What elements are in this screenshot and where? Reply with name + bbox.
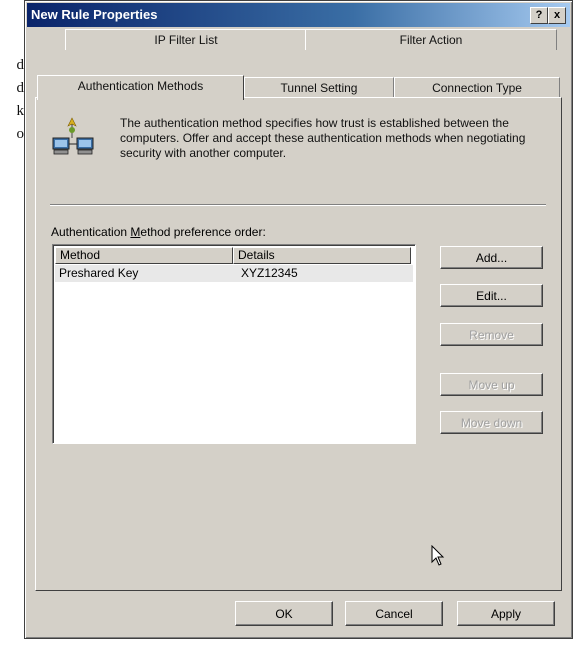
edit-button[interactable]: Edit... — [440, 284, 543, 307]
tab-authentication-methods[interactable]: Authentication Methods — [37, 75, 244, 100]
description-text: The authentication method specifies how … — [120, 116, 526, 160]
tab-ip-filter-list[interactable]: IP Filter List — [65, 29, 307, 50]
background-text-line: d — [16, 57, 25, 73]
tab-tunnel-setting[interactable]: Tunnel Setting — [244, 77, 394, 98]
cancel-button[interactable]: Cancel — [345, 601, 443, 626]
move-down-button[interactable]: Move down — [440, 411, 543, 434]
add-button[interactable]: Add... — [440, 246, 543, 269]
authentication-method-list[interactable]: Method Details Preshared Key XYZ12345 — [52, 244, 416, 444]
background-text-line: o — [16, 126, 25, 142]
authentication-methods-panel: The authentication method specifies how … — [35, 97, 562, 591]
tab-filter-action[interactable]: Filter Action — [305, 29, 557, 50]
background-text-line: d — [16, 80, 25, 96]
close-button[interactable]: x — [548, 7, 566, 24]
list-header: Method Details — [55, 247, 413, 264]
background-document-text: d d k o — [0, 54, 25, 146]
remove-button[interactable]: Remove — [440, 323, 543, 346]
tab-connection-type[interactable]: Connection Type — [394, 77, 560, 98]
list-item[interactable]: Preshared Key XYZ12345 — [55, 265, 413, 282]
window-title: New Rule Properties — [31, 7, 158, 22]
separator — [50, 204, 546, 206]
mouse-pointer-icon — [431, 545, 445, 566]
column-header-details[interactable]: Details — [233, 247, 411, 264]
move-up-button[interactable]: Move up — [440, 373, 543, 396]
title-bar[interactable]: New Rule Properties ? x — [27, 3, 570, 27]
list-label: Authentication Method preference order: — [51, 225, 266, 239]
column-header-method[interactable]: Method — [55, 247, 233, 264]
method-cell: Preshared Key — [59, 266, 139, 280]
apply-button[interactable]: Apply — [457, 601, 555, 626]
help-button[interactable]: ? — [530, 7, 548, 24]
network-computers-icon — [52, 117, 94, 155]
ok-button[interactable]: OK — [235, 601, 333, 626]
details-cell: XYZ12345 — [241, 266, 298, 280]
properties-dialog: New Rule Properties ? x IP Filter List F… — [24, 0, 573, 639]
background-text-line: k — [16, 103, 25, 119]
